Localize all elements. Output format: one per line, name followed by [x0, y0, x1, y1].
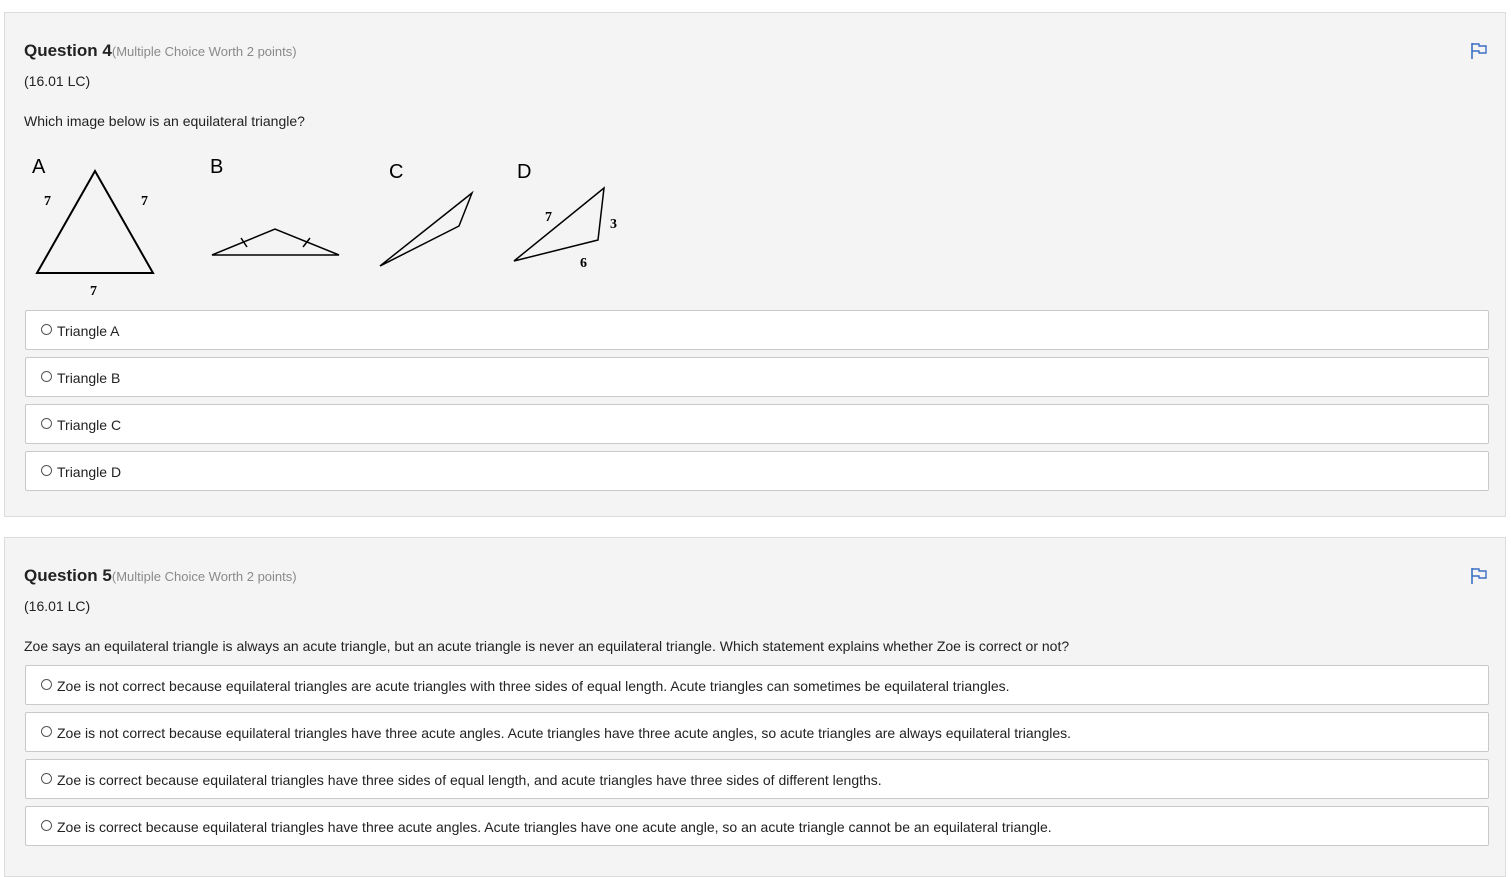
question-code: (16.01 LC)	[24, 598, 91, 614]
answer-option-1[interactable]: Zoe is not correct because equilateral t…	[25, 665, 1489, 705]
triangle-a-side-right: 7	[141, 194, 148, 209]
answer-option-label: Zoe is not correct because equilateral t…	[57, 678, 1010, 694]
answer-option-b[interactable]: Triangle B	[25, 357, 1489, 397]
triangle-d-side-6: 6	[580, 256, 587, 271]
answer-option-label: Triangle B	[57, 370, 121, 386]
triangle-a-side-left: 7	[44, 194, 51, 209]
question-worth: (Multiple Choice Worth 2 points)	[111, 44, 297, 59]
radio-unchecked-icon[interactable]	[41, 371, 52, 382]
answer-option-4[interactable]: Zoe is correct because equilateral trian…	[25, 806, 1489, 846]
question-text: Zoe says an equilateral triangle is alwa…	[24, 638, 1070, 654]
question-4-card: Question 4(Multiple Choice Worth 2 point…	[4, 12, 1506, 517]
question-title-text: Question 4	[24, 41, 112, 60]
triangle-c-label: C	[389, 161, 403, 183]
answer-option-label: Triangle A	[57, 323, 120, 339]
question-worth: (Multiple Choice Worth 2 points)	[111, 569, 297, 584]
answer-option-label: Zoe is correct because equilateral trian…	[57, 819, 1052, 835]
flag-icon[interactable]	[1469, 566, 1489, 586]
answer-option-label: Triangle D	[57, 464, 122, 480]
radio-unchecked-icon[interactable]	[41, 324, 52, 335]
radio-unchecked-icon[interactable]	[41, 679, 52, 690]
question-4-title: Question 4(Multiple Choice Worth 2 point…	[24, 41, 297, 61]
answer-option-c[interactable]: Triangle C	[25, 404, 1489, 444]
answer-option-a[interactable]: Triangle A	[25, 310, 1489, 350]
question-4-options: Triangle A Triangle B Triangle C Triangl…	[25, 310, 1489, 498]
triangle-d-side-7: 7	[545, 210, 552, 225]
answer-option-d[interactable]: Triangle D	[25, 451, 1489, 491]
triangle-a-label: A	[32, 156, 46, 178]
radio-unchecked-icon[interactable]	[41, 726, 52, 737]
triangle-d-side-3: 3	[610, 217, 617, 232]
question-5-title: Question 5(Multiple Choice Worth 2 point…	[24, 566, 297, 586]
answer-option-label: Triangle C	[57, 417, 122, 433]
radio-unchecked-icon[interactable]	[41, 465, 52, 476]
radio-unchecked-icon[interactable]	[41, 418, 52, 429]
triangle-d-label: D	[517, 161, 531, 183]
triangle-c	[379, 190, 474, 267]
triangle-a-side-bottom: 7	[90, 284, 97, 299]
question-title-text: Question 5	[24, 566, 112, 585]
answer-option-2[interactable]: Zoe is not correct because equilateral t…	[25, 712, 1489, 752]
answer-option-label: Zoe is correct because equilateral trian…	[57, 772, 882, 788]
question-5-options: Zoe is not correct because equilateral t…	[25, 665, 1489, 853]
radio-unchecked-icon[interactable]	[41, 773, 52, 784]
question-text: Which image below is an equilateral tria…	[24, 113, 305, 129]
triangle-b	[211, 228, 340, 256]
triangle-a	[35, 168, 155, 274]
triangles-figure: A 7 7 7 B C D 7 3 6	[32, 156, 617, 299]
flag-icon[interactable]	[1469, 41, 1489, 61]
triangle-b-label: B	[210, 156, 223, 178]
answer-option-label: Zoe is not correct because equilateral t…	[57, 725, 1072, 741]
answer-option-3[interactable]: Zoe is correct because equilateral trian…	[25, 759, 1489, 799]
question-5-card: Question 5(Multiple Choice Worth 2 point…	[4, 537, 1506, 877]
question-code: (16.01 LC)	[24, 73, 91, 89]
radio-unchecked-icon[interactable]	[41, 820, 52, 831]
triangle-d	[513, 186, 605, 262]
